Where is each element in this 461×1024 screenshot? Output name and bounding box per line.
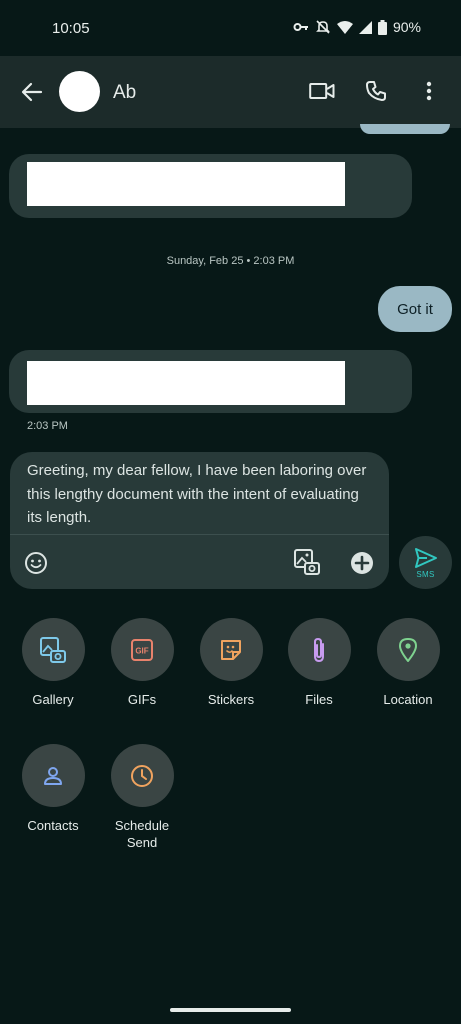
send-sms-button[interactable]: SMS bbox=[399, 536, 452, 589]
add-attachment-button[interactable] bbox=[348, 549, 376, 577]
location-pin-icon bbox=[399, 637, 417, 662]
attach-stickers-label: Stickers bbox=[207, 692, 255, 707]
more-vert-icon bbox=[426, 81, 432, 101]
attach-gifs-circle: GIF bbox=[110, 618, 174, 681]
phone-call-button[interactable] bbox=[361, 76, 391, 106]
sticker-icon bbox=[221, 639, 241, 660]
status-icons: 90% bbox=[293, 19, 421, 35]
incoming-message-bubble[interactable] bbox=[9, 350, 412, 413]
attach-gallery-label: Gallery bbox=[32, 692, 74, 707]
message-input[interactable]: Greeting, my dear fellow, I have been la… bbox=[27, 459, 372, 530]
message-timestamp: 2:03 PM bbox=[27, 420, 68, 432]
status-bar: 10:05 90% bbox=[0, 0, 461, 56]
signal-icon bbox=[358, 20, 372, 34]
video-call-button[interactable] bbox=[307, 76, 337, 106]
outgoing-message-bubble[interactable]: Got it bbox=[378, 286, 452, 332]
attach-stickers[interactable]: Stickers bbox=[187, 618, 275, 708]
contact-name[interactable]: Ab bbox=[113, 82, 136, 104]
mute-icon bbox=[316, 20, 330, 34]
home-indicator[interactable] bbox=[170, 1008, 291, 1012]
media-picker-button[interactable] bbox=[293, 548, 321, 576]
emoji-button[interactable] bbox=[22, 549, 50, 577]
attach-files-circle bbox=[287, 618, 351, 681]
media-picker-icon bbox=[294, 549, 320, 575]
attach-gallery[interactable]: Gallery bbox=[9, 618, 97, 708]
emoji-icon bbox=[25, 552, 47, 574]
contact-person-icon bbox=[44, 766, 62, 785]
svg-text:GIF: GIF bbox=[135, 646, 148, 655]
paperclip-icon bbox=[314, 637, 324, 662]
redacted-message bbox=[27, 162, 345, 206]
attach-gallery-circle bbox=[21, 618, 85, 681]
attach-files[interactable]: Files bbox=[275, 618, 363, 708]
attach-contacts-label: Contacts bbox=[27, 818, 79, 833]
gif-icon: GIF bbox=[131, 638, 153, 661]
attach-schedule-label: Schedule Send bbox=[114, 818, 170, 850]
back-icon bbox=[21, 82, 43, 102]
attach-files-label: Files bbox=[305, 692, 333, 707]
attach-contacts-circle bbox=[21, 744, 85, 807]
status-time: 10:05 bbox=[52, 20, 90, 37]
attach-gifs-label: GIFs bbox=[127, 692, 157, 707]
clock-icon bbox=[131, 764, 153, 787]
attach-schedule-send[interactable]: Schedule Send bbox=[98, 744, 186, 851]
more-options-button[interactable] bbox=[414, 76, 444, 106]
phone-icon bbox=[366, 81, 386, 101]
key-icon bbox=[293, 23, 308, 31]
avatar[interactable] bbox=[59, 71, 100, 112]
battery-percent: 90% bbox=[392, 19, 421, 35]
composer-divider bbox=[10, 534, 389, 535]
wifi-icon bbox=[336, 20, 353, 34]
send-icon bbox=[415, 548, 437, 568]
attach-gifs[interactable]: GIF GIFs bbox=[98, 618, 186, 708]
message-composer: Greeting, my dear fellow, I have been la… bbox=[10, 452, 389, 589]
video-call-icon bbox=[309, 83, 335, 99]
back-button[interactable] bbox=[18, 80, 46, 104]
attach-stickers-circle bbox=[199, 618, 263, 681]
redacted-message bbox=[27, 361, 345, 405]
incoming-message-bubble[interactable] bbox=[9, 154, 412, 218]
attach-location-label: Location bbox=[383, 692, 433, 707]
attach-location[interactable]: Location bbox=[364, 618, 452, 708]
attach-schedule-circle bbox=[110, 744, 174, 807]
battery-icon bbox=[377, 19, 387, 35]
send-mode-label: SMS bbox=[416, 570, 435, 579]
attach-location-circle bbox=[376, 618, 440, 681]
add-circle-icon bbox=[351, 552, 373, 574]
date-separator: Sunday, Feb 25 • 2:03 PM bbox=[166, 255, 295, 267]
gallery-icon bbox=[40, 636, 66, 663]
outgoing-bubble-partial[interactable] bbox=[360, 124, 450, 134]
attach-contacts[interactable]: Contacts bbox=[9, 744, 97, 834]
